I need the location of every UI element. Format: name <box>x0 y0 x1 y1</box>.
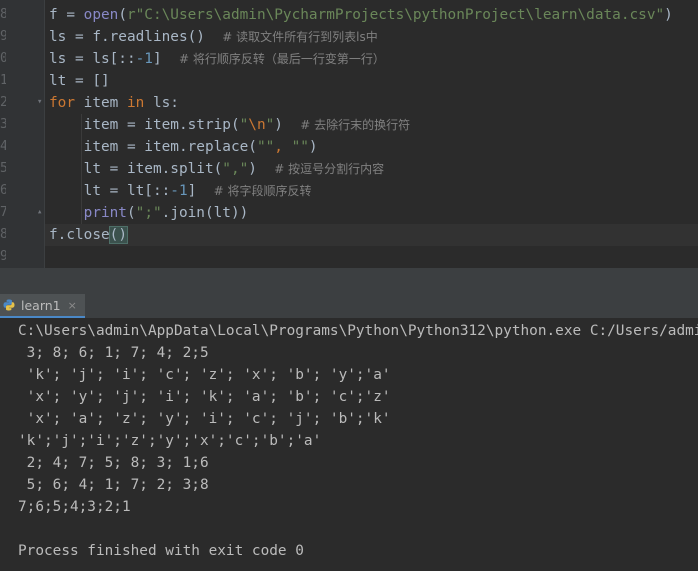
code-token: "," <box>222 161 249 177</box>
line-number: 0 <box>0 51 6 66</box>
code-token: ) <box>274 117 301 133</box>
code-token: () <box>108 226 129 244</box>
run-console-output[interactable]: C:\Users\admin\AppData\Local\Programs\Py… <box>0 318 698 571</box>
code-token: for <box>49 95 75 111</box>
code-line[interactable]: for item in ls: <box>49 92 179 114</box>
run-tool-window-header: learn1 × <box>0 294 698 319</box>
line-number: 6 <box>0 183 6 198</box>
code-token: item <box>75 95 127 111</box>
python-icon <box>3 299 15 311</box>
console-output-line: 2; 4; 7; 5; 8; 3; 1;6 <box>18 455 209 471</box>
console-output-line: 'k'; 'j'; 'i'; 'c'; 'z'; 'x'; 'b'; 'y';'… <box>18 367 391 383</box>
code-token: ls = f.readlines() <box>49 29 223 45</box>
code-token: ";" <box>135 205 162 221</box>
line-number: 8 <box>0 227 6 242</box>
code-token: -1 <box>135 51 153 67</box>
code-line[interactable]: item = item.strip("\n") # 去除行末的换行符 <box>49 114 411 136</box>
code-token: \n <box>248 117 266 133</box>
code-line[interactable]: f = open(r"C:\Users\admin\PycharmProject… <box>49 4 673 26</box>
code-line[interactable]: ls = f.readlines() # 读取文件所有行到列表ls中 <box>49 26 378 48</box>
code-token: f = <box>49 7 84 23</box>
code-token: ) <box>308 139 318 155</box>
code-token: ls = ls[:: <box>49 51 136 67</box>
line-number: 4 <box>0 139 6 154</box>
fold-open-icon[interactable]: ▾ <box>37 98 46 107</box>
code-token: item = item.replace( <box>49 139 257 155</box>
code-token: -1 <box>170 183 188 199</box>
code-token: " <box>265 117 275 133</box>
console-output-line: 'k';'j';'i';'z';'y';'x';'c';'b';'a' <box>18 433 322 449</box>
code-token: print <box>83 205 127 221</box>
line-number: 9 <box>0 29 6 44</box>
panel-splitter[interactable] <box>0 268 698 295</box>
code-line[interactable]: lt = [] <box>49 70 110 92</box>
code-token: f.close <box>49 227 110 243</box>
run-tab-label: learn1 <box>21 297 61 313</box>
console-output-line: 5; 6; 4; 1; 7; 2; 3;8 <box>18 477 209 493</box>
console-output-line: 3; 8; 6; 1; 7; 4; 2;5 <box>18 345 209 361</box>
code-token: lt = [] <box>49 73 110 89</box>
code-token: ( <box>118 7 127 23</box>
code-token: ls: <box>144 95 179 111</box>
code-editor[interactable]: 890123456789 f = open(r"C:\Users\admin\P… <box>0 0 698 268</box>
line-number-gutter: 8 9 0 1 2 3 4 5 6 7 8 9 <box>0 0 44 268</box>
code-token: ] <box>187 183 214 199</box>
code-token: open <box>83 7 119 23</box>
line-number: 7 <box>0 205 6 220</box>
code-comment: # 按逗号分割行内容 <box>274 162 385 176</box>
run-tab-learn1[interactable]: learn1 × <box>0 294 85 318</box>
code-comment: # 去除行末的换行符 <box>300 118 411 132</box>
code-token: "" <box>291 139 309 155</box>
console-output-line: 7;6;5;4;3;2;1 <box>18 499 131 515</box>
code-line[interactable]: lt = item.split(",") # 按逗号分割行内容 <box>49 158 385 180</box>
line-number: 2 <box>0 95 6 110</box>
line-number: 3 <box>0 117 6 132</box>
code-line[interactable]: f.close() <box>49 224 129 246</box>
console-output-line: 'x'; 'y'; 'j'; 'i'; 'k'; 'a'; 'b'; 'c';'… <box>18 389 391 405</box>
code-token: , <box>274 139 292 155</box>
fold-close-icon[interactable]: ▴ <box>37 208 46 217</box>
code-token: in <box>126 95 145 111</box>
console-command-line: C:\Users\admin\AppData\Local\Programs\Py… <box>18 323 698 339</box>
line-number: 9 <box>0 249 6 264</box>
code-comment: # 将字段顺序反转 <box>213 184 312 198</box>
code-comment: # 将行顺序反转（最后一行变第一行） <box>178 52 385 66</box>
line-number: 8 <box>0 7 6 22</box>
code-token: "" <box>256 139 275 155</box>
code-token: ] <box>152 51 179 67</box>
code-line[interactable]: ls = ls[::-1] # 将行顺序反转（最后一行变第一行） <box>49 48 385 70</box>
console-output-line: Process finished with exit code 0 <box>18 543 304 559</box>
code-token: .join(lt)) <box>161 205 249 221</box>
code-line[interactable]: item = item.replace("", "") <box>49 136 318 158</box>
current-line-highlight <box>45 224 698 246</box>
code-token: item = item.strip( <box>49 117 240 133</box>
code-comment: # 读取文件所有行到列表ls中 <box>222 30 378 44</box>
code-token: ( <box>126 205 136 221</box>
close-icon[interactable]: × <box>68 299 77 312</box>
code-token: lt = lt[:: <box>49 183 171 199</box>
console-output-line: 'x'; 'a'; 'z'; 'y'; 'i'; 'c'; 'j'; 'b';'… <box>18 411 391 427</box>
line-number: 5 <box>0 161 6 176</box>
code-token: lt = item.split( <box>49 161 223 177</box>
code-token: ) <box>248 161 275 177</box>
line-number: 1 <box>0 73 6 88</box>
code-line[interactable]: lt = lt[::-1] # 将字段顺序反转 <box>49 180 312 202</box>
code-line[interactable]: print(";".join(lt)) <box>49 202 249 224</box>
code-token: " <box>239 117 249 133</box>
code-token: ) <box>664 7 673 23</box>
code-token: r"C:\Users\admin\PycharmProjects\pythonP… <box>126 7 665 23</box>
